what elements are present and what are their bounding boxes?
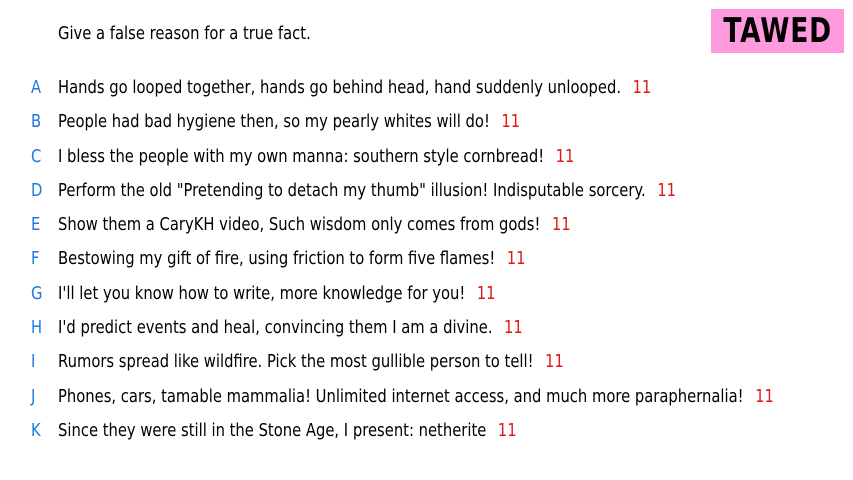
- entry-row: J Phones, cars, tamable mammalia! Unlimit…: [0, 383, 853, 417]
- entry-line: I bless the people with my own manna: so…: [58, 145, 574, 169]
- entry-line: Rumors spread like wildfire. Pick the mo…: [58, 350, 564, 374]
- badge: TAWED: [711, 9, 844, 53]
- entry-text: Bestowing my gift of fire, using frictio…: [58, 248, 496, 270]
- entry-text: Show them a CaryKH video, Such wisdom on…: [58, 214, 541, 236]
- entry-letter: K: [31, 419, 41, 441]
- entry-text: I'll let you know how to write, more kno…: [58, 282, 466, 304]
- entry-score: 11: [545, 351, 564, 373]
- entry-line: Bestowing my gift of fire, using frictio…: [58, 247, 526, 271]
- entry-score: 11: [755, 385, 774, 407]
- entry-line: Since they were still in the Stone Age, …: [58, 419, 517, 443]
- entry-letter: I: [31, 351, 36, 373]
- entry-letter: E: [31, 214, 41, 236]
- entry-letter: G: [31, 282, 43, 304]
- entry-score: 11: [504, 317, 523, 339]
- entry-row: K Since they were still in the Stone Age,…: [0, 417, 853, 451]
- entry-line: Phones, cars, tamable mammalia! Unlimite…: [58, 385, 774, 409]
- entry-row: C I bless the people with my own manna: s…: [0, 143, 853, 177]
- entry-text: People had bad hygiene then, so my pearl…: [58, 111, 490, 133]
- entry-text: Rumors spread like wildfire. Pick the mo…: [58, 351, 534, 373]
- entry-text: Since they were still in the Stone Age, …: [58, 419, 487, 441]
- entry-letter: A: [31, 77, 42, 98]
- entry-text: I'd predict events and heal, convincing …: [58, 317, 493, 339]
- entry-row: F Bestowing my gift of fire, using fricti…: [0, 245, 853, 279]
- entry-line: People had bad hygiene then, so my pearl…: [58, 110, 520, 134]
- entry-line: I'll let you know how to write, more kno…: [58, 282, 496, 306]
- entry-score: 11: [657, 179, 677, 201]
- entry-letter: H: [31, 317, 43, 339]
- entry-line: Perform the old "Pretending to detach my…: [58, 179, 676, 203]
- entry-score: 11: [632, 77, 652, 98]
- entry-score: 11: [555, 145, 575, 167]
- entry-row: A Hands go looped together, hands go behi…: [0, 74, 853, 108]
- prompt-text: Give a false reason for a true fact.: [58, 23, 311, 44]
- entry-score: 11: [551, 214, 571, 236]
- entry-letter: F: [31, 248, 40, 270]
- entry-line: I'd predict events and heal, convincing …: [58, 316, 523, 340]
- entry-row: B People had bad hygiene then, so my pear…: [0, 108, 853, 142]
- entry-row: D Perform the old "Pretending to detach m…: [0, 177, 853, 211]
- entry-score: 11: [497, 419, 517, 441]
- entry-score: 11: [501, 111, 521, 133]
- entry-score: 11: [476, 282, 496, 304]
- entry-row: G I'll let you know how to write, more kn…: [0, 280, 853, 314]
- entry-text: Perform the old "Pretending to detach my…: [58, 179, 646, 201]
- entry-score: 11: [506, 248, 526, 270]
- entry-row: I Rumors spread like wildfire. Pick the m…: [0, 348, 853, 382]
- entry-row: H I'd predict events and heal, convincing…: [0, 314, 853, 348]
- entry-text: I bless the people with my own manna: so…: [58, 145, 545, 167]
- entry-text: Hands go looped together, hands go behin…: [58, 77, 622, 98]
- entry-letter: B: [31, 111, 42, 133]
- entry-row: E Show them a CaryKH video, Such wisdom o…: [0, 211, 853, 245]
- entry-letter: C: [31, 145, 42, 167]
- entry-letter: J: [31, 385, 36, 407]
- badge-text: TAWED: [723, 11, 832, 51]
- entry-letter: D: [31, 179, 43, 201]
- entry-list: A Hands go looped together, hands go behi…: [0, 74, 853, 451]
- entry-line: Show them a CaryKH video, Such wisdom on…: [58, 213, 571, 237]
- entry-line: Hands go looped together, hands go behin…: [58, 76, 651, 100]
- entry-text: Phones, cars, tamable mammalia! Unlimite…: [58, 385, 744, 407]
